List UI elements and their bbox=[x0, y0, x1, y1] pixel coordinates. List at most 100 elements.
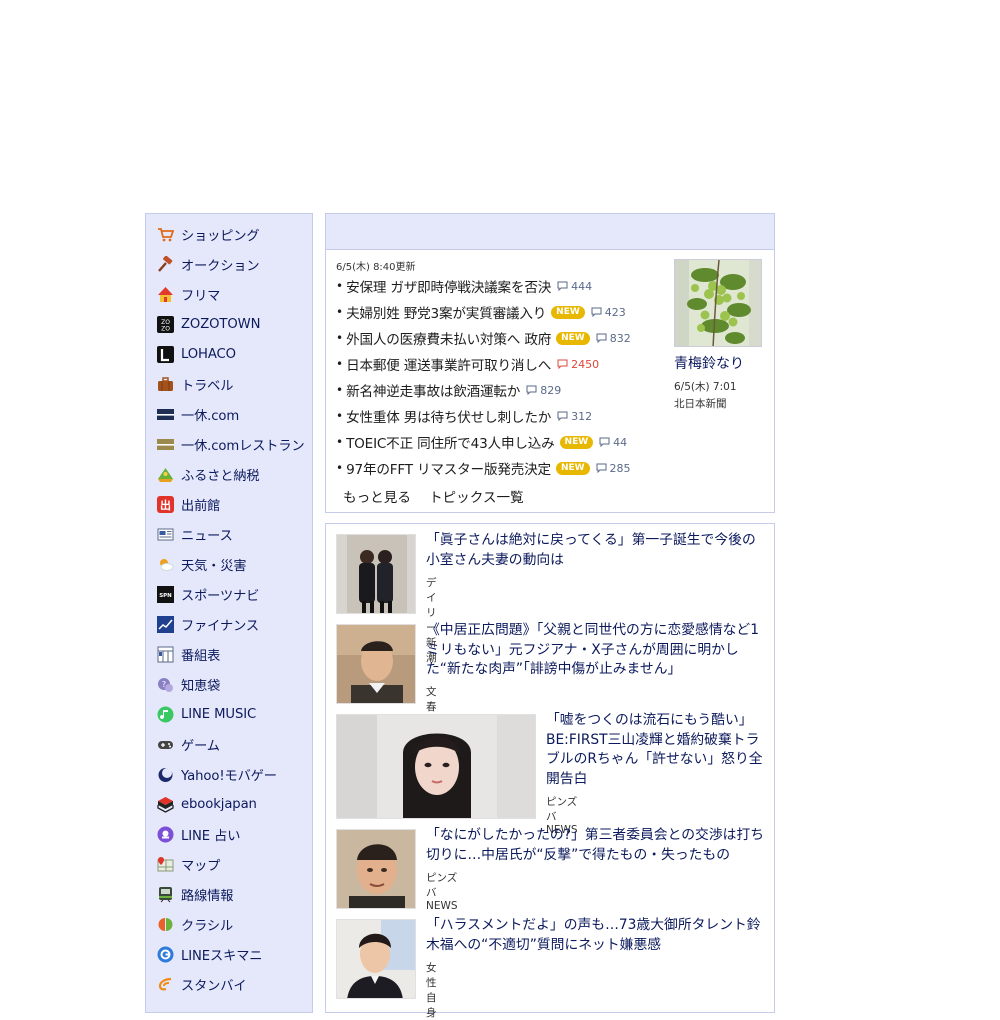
topic-title[interactable]: TOEIC不正 同住所で43人申し込み bbox=[346, 432, 555, 452]
sidebar-item-ikyu-restaurant[interactable]: 一休.comレストラン bbox=[157, 429, 313, 459]
sidebar-item-line-music[interactable]: LINE MUSIC bbox=[157, 699, 313, 729]
sidebar-item-label: ニュース bbox=[181, 528, 233, 544]
bullet: • bbox=[336, 409, 344, 423]
topic-title[interactable]: 安保理 ガザ即時停戦決議案を否決 bbox=[346, 276, 551, 296]
sidebar-item-label: オークション bbox=[181, 258, 260, 274]
topic-photo-date: 6/5(木) 7:01 bbox=[674, 381, 737, 393]
gamepad-icon bbox=[157, 736, 174, 753]
comment-count[interactable]: 829 bbox=[526, 384, 561, 397]
sidebar-item-game[interactable]: ゲーム bbox=[157, 729, 313, 759]
topic-title[interactable]: 外国人の医療費未払い対策へ 政府 bbox=[346, 328, 551, 348]
sidebar-item-flea-market[interactable]: フリマ bbox=[157, 279, 313, 309]
news-icon bbox=[157, 526, 174, 543]
comment-count[interactable]: 444 bbox=[557, 280, 592, 293]
sidebar-item-chiebukuro[interactable]: ? 知恵袋 bbox=[157, 669, 313, 699]
comment-icon bbox=[599, 437, 610, 447]
topic-item[interactable]: • 夫婦別姓 野党3案が実質審議入り NEW 423 bbox=[336, 299, 626, 325]
bullet: • bbox=[336, 461, 344, 475]
topic-item[interactable]: • 97年のFFT リマスター版発売決定 NEW 285 bbox=[336, 455, 631, 481]
topics-panel: 6/5(木) 8:40更新 • 安保理 ガザ即時停戦決議案を否決 444 • 夫… bbox=[325, 213, 775, 513]
sidebar-item-ebookjapan[interactable]: ebookjapan bbox=[157, 789, 313, 819]
topic-item[interactable]: • 安保理 ガザ即時停戦決議案を否決 444 bbox=[336, 273, 592, 299]
topic-photo-source: 北日本新聞 bbox=[674, 398, 727, 410]
ikyu-restaurant-icon bbox=[157, 436, 174, 453]
sidebar-item-mobage[interactable]: Yahoo!モバゲー bbox=[157, 759, 313, 789]
topic-title[interactable]: 日本郵便 運送事業許可取り消しへ bbox=[346, 354, 551, 374]
comment-count[interactable]: 832 bbox=[596, 332, 631, 345]
topic-title[interactable]: 97年のFFT リマスター版発売決定 bbox=[346, 458, 551, 478]
topics-links: もっと見る トピックス一覧 bbox=[343, 486, 524, 506]
sidebar-item-lohaco[interactable]: LOHACO bbox=[157, 339, 313, 369]
topic-item[interactable]: • 女性重体 男は待ち伏せし刺したか 312 bbox=[336, 403, 592, 429]
article-thumbnail[interactable] bbox=[336, 829, 416, 909]
suitcase-icon bbox=[157, 376, 174, 393]
sidebar-item-furusato[interactable]: ふるさと納税 bbox=[157, 459, 313, 489]
comment-icon bbox=[596, 463, 607, 473]
sidebar-item-shopping[interactable]: ショッピング bbox=[157, 219, 313, 249]
new-badge: NEW bbox=[559, 435, 594, 449]
sidebar-item-label: Yahoo!モバゲー bbox=[181, 768, 277, 784]
topic-item[interactable]: • 日本郵便 運送事業許可取り消しへ 2450 bbox=[336, 351, 599, 377]
svg-text:?: ? bbox=[162, 680, 166, 689]
update-time: 6/5(木) 8:40更新 bbox=[336, 262, 416, 273]
sidebar-item-label: 天気・災害 bbox=[181, 558, 247, 574]
ebook-icon bbox=[157, 796, 174, 813]
sidebar-item-kurashiru[interactable]: クラシル bbox=[157, 909, 313, 939]
topic-item[interactable]: • 外国人の医療費未払い対策へ 政府 NEW 832 bbox=[336, 325, 631, 351]
bullet: • bbox=[336, 331, 344, 345]
sidebar-item-sportsnavi[interactable]: SPN スポーツナビ bbox=[157, 579, 313, 609]
sidebar-item-label: ふるさと納税 bbox=[181, 468, 260, 484]
topics-list-link[interactable]: トピックス一覧 bbox=[429, 486, 524, 506]
topic-item[interactable]: • TOEIC不正 同住所で43人申し込み NEW 44 bbox=[336, 429, 627, 455]
article-title[interactable]: 「嘘をつくのは流石にもう酷い」BE:FIRST三山凌輝と婚約破棄トラブルのRちゃ… bbox=[546, 711, 766, 789]
sportsnavi-icon: SPN bbox=[157, 585, 174, 603]
sidebar-item-zozotown[interactable]: ZO ZO ZOZOTOWN bbox=[157, 309, 313, 339]
sidebar-item-label: ZOZOTOWN bbox=[181, 316, 261, 332]
sidebar-item-news[interactable]: ニュース bbox=[157, 519, 313, 549]
sidebar-item-standby[interactable]: スタンバイ bbox=[157, 969, 313, 999]
comment-count[interactable]: 423 bbox=[591, 306, 626, 319]
article-title[interactable]: 「ハラスメントだよ」の声も…73歳大御所タレント鈴木福への“不適切”質問にネット… bbox=[426, 916, 766, 955]
sidebar-item-line-fortune[interactable]: LINE 占い bbox=[157, 819, 313, 849]
sidebar-item-tv-guide[interactable]: 番組表 bbox=[157, 639, 313, 669]
comment-count[interactable]: 285 bbox=[596, 462, 631, 475]
article-title[interactable]: 「眞子さんは絶対に戻ってくる」第一子誕生で今後の小室さん夫妻の動向は bbox=[426, 531, 766, 570]
sidebar-item-label: トラベル bbox=[181, 378, 234, 394]
sidebar-item-finance[interactable]: ファイナンス bbox=[157, 609, 313, 639]
sidebar-item-travel[interactable]: トラベル bbox=[157, 369, 313, 399]
article-thumbnail[interactable] bbox=[336, 534, 416, 614]
comment-count[interactable]: 2450 bbox=[557, 358, 599, 371]
service-sidebar: ショッピング オークション フリマ ZO ZO ZOZOTOWN LOHACO ト… bbox=[145, 213, 313, 1013]
more-link[interactable]: もっと見る bbox=[343, 486, 411, 506]
topic-title[interactable]: 新名神逆走事故は飲酒運転か bbox=[346, 380, 520, 400]
topic-title[interactable]: 夫婦別姓 野党3案が実質審議入り bbox=[346, 302, 546, 322]
sidebar-item-train[interactable]: 路線情報 bbox=[157, 879, 313, 909]
sidebar-item-demaekan[interactable]: 出 出前館 bbox=[157, 489, 313, 519]
article-title[interactable]: 《中居正広問題》「父親と同世代の方に恋愛感情など1ミリもない」元フジアナ・X子さ… bbox=[426, 621, 766, 680]
sidebar-item-auction[interactable]: オークション bbox=[157, 249, 313, 279]
sidebar-item-label: LINEスキマニ bbox=[181, 948, 263, 964]
comment-count[interactable]: 44 bbox=[599, 436, 627, 449]
topic-photo-caption[interactable]: 青梅鈴なり bbox=[674, 353, 744, 373]
sidebar-item-weather[interactable]: 天気・災害 bbox=[157, 549, 313, 579]
sidebar-item-label: ゲーム bbox=[181, 738, 220, 754]
comment-icon bbox=[526, 385, 537, 395]
sidebar-item-line-skimani[interactable]: LINEスキマニ bbox=[157, 939, 313, 969]
topic-photo[interactable] bbox=[674, 259, 762, 347]
article-thumbnail[interactable] bbox=[336, 624, 416, 704]
sidebar-item-map[interactable]: マップ bbox=[157, 849, 313, 879]
train-icon bbox=[157, 886, 174, 903]
article-thumbnail[interactable] bbox=[336, 714, 536, 819]
sidebar-item-label: ショッピング bbox=[181, 228, 260, 244]
article-thumbnail[interactable] bbox=[336, 919, 416, 999]
sidebar-item-label: 番組表 bbox=[181, 648, 221, 664]
zozotown-icon: ZO ZO bbox=[157, 315, 174, 333]
sidebar-item-ikyu[interactable]: 一休.com bbox=[157, 399, 313, 429]
article-title[interactable]: 「なにがしたかったの?」第三者委員会との交渉は打ち切りに…中居氏が“反撃”で得た… bbox=[426, 826, 766, 865]
new-badge: NEW bbox=[555, 461, 590, 475]
topic-title[interactable]: 女性重体 男は待ち伏せし刺したか bbox=[346, 406, 551, 426]
line-music-icon bbox=[157, 706, 174, 723]
comment-count[interactable]: 312 bbox=[557, 410, 592, 423]
article-source: ピンズバNEWS bbox=[426, 872, 458, 912]
topic-item[interactable]: • 新名神逆走事故は飲酒運転か 829 bbox=[336, 377, 561, 403]
